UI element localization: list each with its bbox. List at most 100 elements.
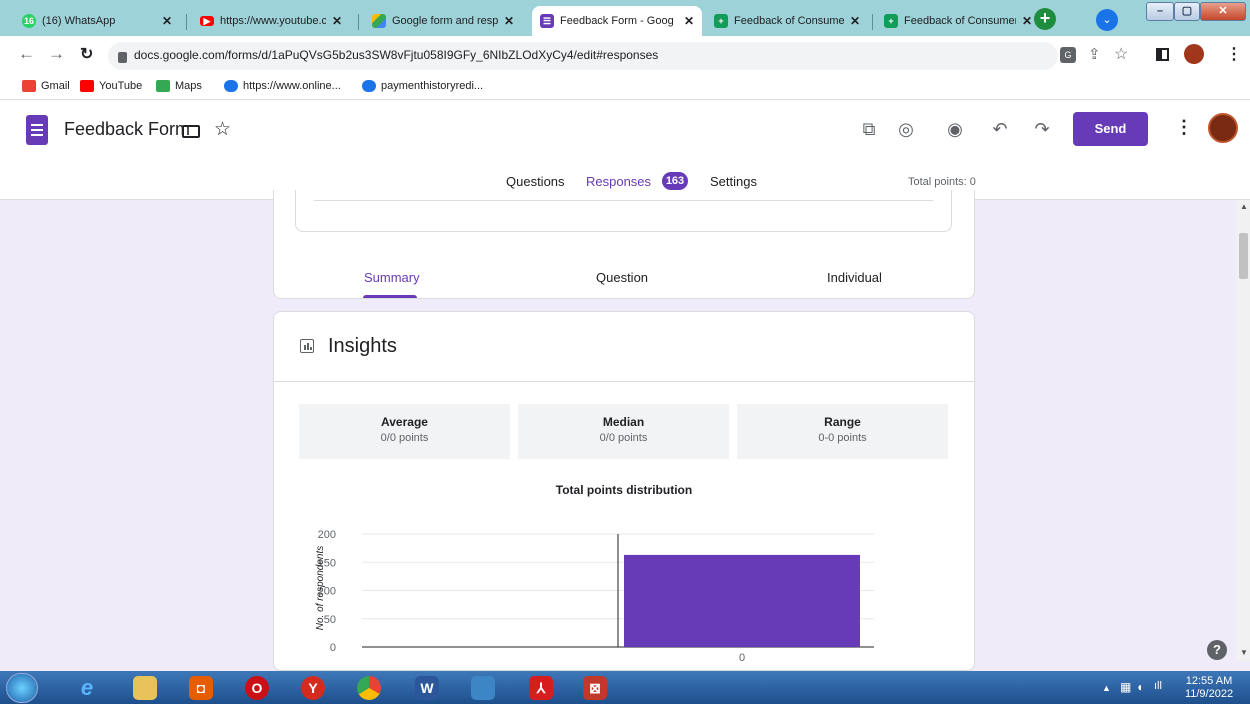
taskbar-explorer[interactable] xyxy=(122,673,168,703)
help-icon[interactable]: ? xyxy=(1207,640,1227,660)
chart-title: Total points distribution xyxy=(555,483,693,497)
preview-eye-icon[interactable]: ◉ xyxy=(943,117,967,141)
stat-label: Average xyxy=(381,415,428,429)
sheets-icon: + xyxy=(714,14,728,28)
new-tab-button[interactable]: + xyxy=(1034,8,1056,30)
system-clock[interactable]: 12:55 AM 11/9/2022 xyxy=(1176,675,1242,701)
close-tab-icon[interactable]: ✕ xyxy=(504,14,514,28)
tab-title: Feedback of Consumer xyxy=(904,15,1016,27)
divider xyxy=(274,381,974,382)
browser-tab-drive[interactable]: Google form and respo ✕ xyxy=(364,6,522,36)
stat-value: 0/0 points xyxy=(599,432,648,444)
signal-icon[interactable]: ıll xyxy=(1154,680,1162,692)
palette-icon[interactable]: ◎ xyxy=(894,117,918,141)
more-options-icon[interactable]: ⋮ xyxy=(1175,117,1193,138)
tab-settings[interactable]: Settings xyxy=(710,174,757,189)
chrome-icon xyxy=(357,676,381,700)
network-icon[interactable]: ▦ xyxy=(1120,680,1131,694)
taskbar-yandex[interactable]: Y xyxy=(290,673,336,703)
word-icon: W xyxy=(415,676,439,700)
close-tab-icon[interactable]: ✕ xyxy=(850,14,860,28)
tab-questions[interactable]: Questions xyxy=(506,174,565,189)
tab-title: (16) WhatsApp xyxy=(42,15,116,27)
volume-icon[interactable]: ◖ xyxy=(1136,680,1143,694)
total-points-label: Total points: 0 xyxy=(908,176,976,188)
bookmark-label: Gmail xyxy=(41,80,70,92)
browser-tab-youtube[interactable]: ▶ https://www.youtube.co ✕ xyxy=(192,6,350,36)
bookmark-online[interactable]: https://www.online... xyxy=(224,80,341,92)
subtab-individual[interactable]: Individual xyxy=(827,270,882,285)
redo-icon[interactable]: ↷ xyxy=(1030,117,1054,141)
undo-icon[interactable]: ↶ xyxy=(988,117,1012,141)
bookmark-star-icon[interactable]: ☆ xyxy=(1114,44,1128,64)
subtab-question[interactable]: Question xyxy=(596,270,648,285)
stat-label: Range xyxy=(824,415,861,429)
tab-search-chevron-icon[interactable]: ⌄ xyxy=(1096,9,1118,31)
folder-icon[interactable] xyxy=(182,125,200,138)
tab-title: https://www.youtube.co xyxy=(220,15,326,27)
back-arrow-icon[interactable]: ← xyxy=(18,44,35,64)
youtube-icon: ▶ xyxy=(200,16,214,26)
reload-icon[interactable]: ↻ xyxy=(80,44,93,64)
forms-logo-icon[interactable] xyxy=(26,115,48,145)
share-icon[interactable]: ⇪ xyxy=(1088,45,1101,63)
profile-avatar[interactable] xyxy=(1184,44,1204,64)
maximize-window-button[interactable]: ▢ xyxy=(1174,2,1200,21)
addon-puzzle-icon[interactable]: ⧉ xyxy=(857,117,881,141)
tab-separator xyxy=(186,14,187,30)
close-tab-icon[interactable]: ✕ xyxy=(332,14,342,28)
taskbar-word[interactable]: W xyxy=(404,673,450,703)
stat-average: Average 0/0 points xyxy=(299,404,510,459)
scroll-down-arrow-icon[interactable]: ▼ xyxy=(1240,648,1248,657)
close-tab-icon[interactable]: ✕ xyxy=(162,14,172,28)
forms-icon: ☰ xyxy=(540,14,554,28)
taskbar-chrome[interactable] xyxy=(346,673,392,703)
bookmark-youtube[interactable]: YouTube xyxy=(80,80,142,92)
tab-title: Feedback Form - Goog xyxy=(560,15,674,27)
browser-tab-sheets-1[interactable]: + Feedback of Consumer ✕ xyxy=(706,6,868,36)
close-tab-icon[interactable]: ✕ xyxy=(1022,14,1032,28)
bookmark-paymenthistory[interactable]: paymenthistoryredi... xyxy=(362,80,483,92)
bookmark-maps[interactable]: Maps xyxy=(156,80,202,92)
yandex-icon: Y xyxy=(301,676,325,700)
sheets-icon: + xyxy=(884,14,898,28)
subtab-summary[interactable]: Summary xyxy=(364,270,420,285)
lock-icon[interactable] xyxy=(118,52,127,63)
taskbar-acrobat[interactable]: ⅄ xyxy=(518,673,564,703)
minimize-window-button[interactable]: – xyxy=(1146,2,1174,21)
taskbar-ie[interactable]: e xyxy=(64,673,110,703)
browser-tab-sheets-2[interactable]: + Feedback of Consumer ✕ xyxy=(876,6,1040,36)
clock-date: 11/9/2022 xyxy=(1184,688,1234,700)
pdf-reader-icon: ⅄ xyxy=(529,676,553,700)
taskbar-picture-viewer[interactable] xyxy=(460,673,506,703)
taskbar-opera[interactable]: O xyxy=(234,673,280,703)
scrollbar-thumb[interactable] xyxy=(1239,233,1248,279)
translate-icon[interactable]: G xyxy=(1060,47,1076,63)
start-button[interactable] xyxy=(6,673,38,703)
browser-tab-whatsapp[interactable]: 16 (16) WhatsApp ✕ xyxy=(14,6,180,36)
taskbar-app[interactable]: ⊠ xyxy=(572,673,618,703)
close-window-button[interactable]: ✕ xyxy=(1200,2,1246,21)
youtube-icon xyxy=(80,80,94,92)
internet-explorer-icon: e xyxy=(80,675,94,700)
close-tab-icon[interactable]: ✕ xyxy=(684,14,694,28)
whatsapp-icon: 16 xyxy=(22,14,36,28)
taskbar-media[interactable]: ◘ xyxy=(178,673,224,703)
tab-responses[interactable]: Responses xyxy=(586,174,651,189)
points-distribution-chart: 0501001502000 No. of respondents xyxy=(315,529,874,664)
maps-icon xyxy=(156,80,170,92)
star-icon[interactable]: ☆ xyxy=(214,118,231,141)
tab-separator xyxy=(358,14,359,30)
forward-arrow-icon[interactable]: → xyxy=(48,44,65,64)
bookmark-gmail[interactable]: Gmail xyxy=(22,80,70,92)
send-button[interactable]: Send xyxy=(1073,112,1148,146)
browser-menu-icon[interactable]: ⋮ xyxy=(1226,44,1242,64)
url-text[interactable]: docs.google.com/forms/d/1aPuQVsG5b2us3SW… xyxy=(134,48,658,62)
browser-tab-feedback-form[interactable]: ☰ Feedback Form - Goog ✕ xyxy=(532,6,702,36)
avatar[interactable] xyxy=(1208,113,1238,143)
scroll-up-arrow-icon[interactable]: ▲ xyxy=(1240,202,1248,211)
form-title[interactable]: Feedback Form xyxy=(64,119,190,140)
side-panel-icon[interactable] xyxy=(1156,48,1169,61)
tab-title: Google form and respo xyxy=(392,15,498,27)
tray-expand-icon[interactable]: ▲ xyxy=(1102,683,1111,693)
